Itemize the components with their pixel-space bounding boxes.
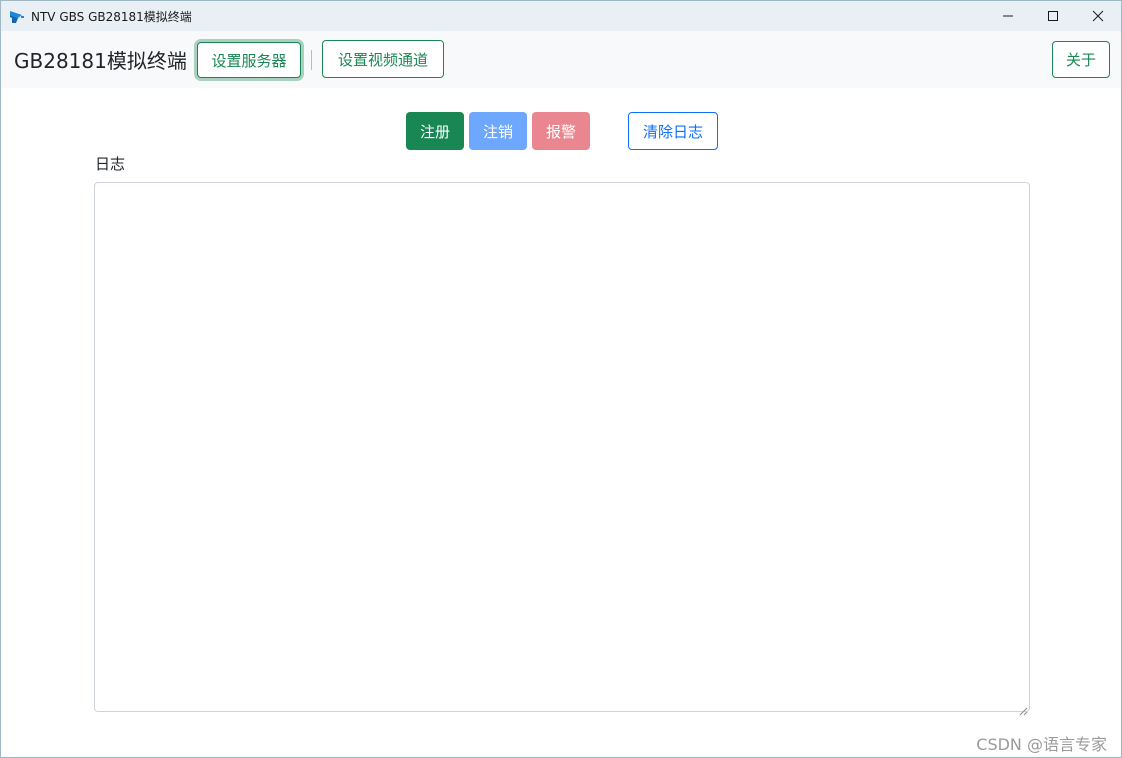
minimize-icon xyxy=(1002,10,1014,22)
resize-grip-icon[interactable] xyxy=(1019,701,1028,716)
register-button[interactable]: 注册 xyxy=(406,112,464,150)
logout-button[interactable]: 注销 xyxy=(469,112,527,150)
navbar: GB28181模拟终端 设置服务器 设置视频通道 关于 xyxy=(1,31,1121,88)
window-title: NTV GBS GB28181模拟终端 xyxy=(31,10,192,24)
watermark: CSDN @语言专家 xyxy=(976,735,1107,754)
maximize-button[interactable] xyxy=(1030,1,1076,31)
maximize-icon xyxy=(1047,10,1059,22)
set-server-button[interactable]: 设置服务器 xyxy=(197,42,301,78)
clear-log-button[interactable]: 清除日志 xyxy=(628,112,718,150)
close-button[interactable] xyxy=(1075,1,1121,31)
title-bar[interactable]: NTV GBS GB28181模拟终端 xyxy=(1,1,1121,31)
app-window: NTV GBS GB28181模拟终端 GB28181模拟终端 设置服务器 设置… xyxy=(0,0,1122,758)
nav-divider xyxy=(311,50,312,70)
app-icon xyxy=(9,9,25,23)
set-channel-button[interactable]: 设置视频通道 xyxy=(322,40,444,78)
alarm-button[interactable]: 报警 xyxy=(532,112,590,150)
about-button[interactable]: 关于 xyxy=(1052,41,1110,78)
navbar-brand[interactable]: GB28181模拟终端 xyxy=(14,45,187,74)
log-label: 日志 xyxy=(95,155,126,173)
close-icon xyxy=(1092,10,1104,22)
minimize-button[interactable] xyxy=(985,1,1031,31)
log-textarea[interactable] xyxy=(94,182,1030,712)
